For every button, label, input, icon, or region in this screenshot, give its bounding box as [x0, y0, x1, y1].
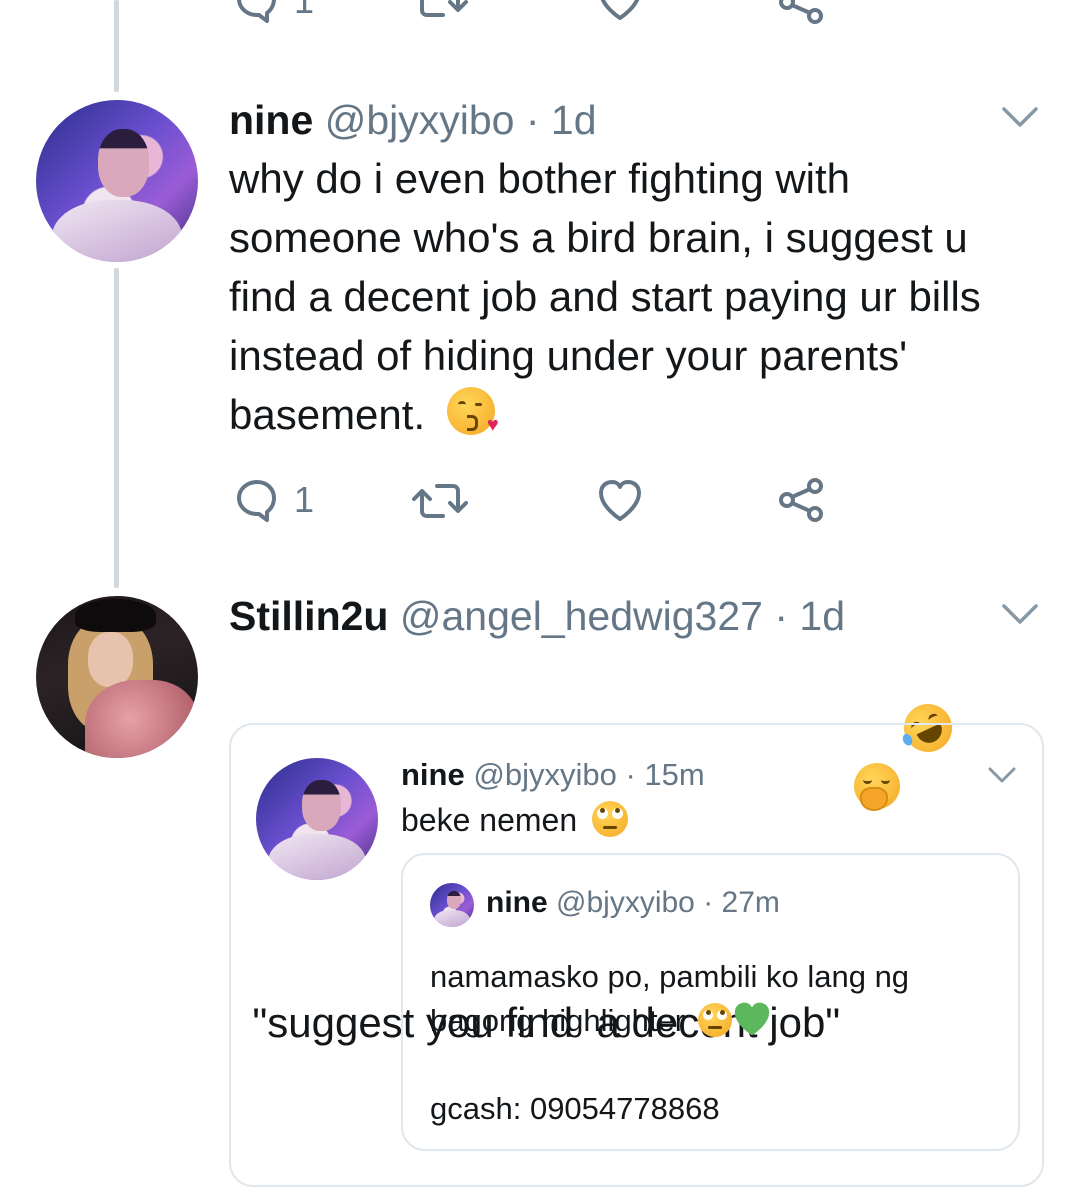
tweet2-handle[interactable]: @angel_hedwig327 [400, 593, 763, 639]
thread-line-middle [114, 268, 119, 588]
reply-icon [237, 0, 276, 23]
quote-text: beke nemen [401, 802, 578, 838]
rolling-eyes-emoji-icon [697, 1003, 732, 1037]
nested-quote-body: namamasko po, pambili ko lang ng bagong … [430, 955, 909, 1131]
top-share-button[interactable] [777, 0, 825, 26]
nested-quote-line3: gcash: 09054778868 [430, 1091, 720, 1126]
tweet2-menu-chevron-icon[interactable] [1000, 601, 1040, 627]
tweet1-time[interactable]: 1d [551, 97, 597, 143]
heart-icon [600, 0, 640, 20]
share-icon [779, 478, 823, 522]
retweet-icon [414, 0, 468, 17]
top-like-button[interactable] [597, 0, 643, 22]
avatar-nine[interactable] [36, 100, 198, 262]
tweet2-time[interactable]: 1d [799, 593, 845, 639]
quote-name: nine [401, 757, 465, 792]
quoted-tweet-card[interactable]: nine @bjyxyibo · 15m beke nemen nine @bj… [229, 723, 1044, 1187]
quote-menu-chevron-icon[interactable] [987, 765, 1017, 785]
tweet1-separator: · [525, 97, 540, 143]
nested-quote-spacer [430, 1043, 909, 1087]
tweet1-line-last: basement. ♥ [229, 385, 1059, 444]
tweet1-name[interactable]: nine [229, 97, 313, 143]
avatar-stillin2u[interactable] [36, 596, 198, 758]
top-tweet-actions: 1 [0, 0, 1080, 30]
tweet1-line: find a decent job and start paying ur bi… [229, 273, 981, 320]
nested-quote-handle: @bjyxyibo [556, 886, 695, 919]
quote-time: 15m [644, 757, 705, 792]
quote-avatar-nine[interactable] [256, 758, 378, 880]
nested-quote-avatar-nine [430, 883, 474, 927]
tweet1-menu-chevron-icon[interactable] [1000, 104, 1040, 130]
share-icon [779, 0, 823, 24]
retweet-icon [412, 484, 468, 518]
tweet1-line: instead of hiding under your parents' [229, 332, 908, 379]
nested-quote-line2: bagong highlighter [430, 1003, 686, 1038]
tweet2-separator: · [774, 593, 789, 639]
top-reply-button[interactable]: 1 [234, 0, 314, 24]
tweet1-reply-button[interactable]: 1 [234, 477, 314, 523]
top-retweet-button[interactable] [412, 0, 468, 22]
tweet1-header: nine @bjyxyibo · 1d [229, 96, 597, 144]
tweet1-share-button[interactable] [777, 476, 825, 524]
tweet1-retweet-button[interactable] [412, 479, 468, 523]
nested-quote-separator: · [703, 886, 714, 919]
top-reply-count: 1 [294, 0, 315, 21]
tweet1-line: someone who's a bird brain, i suggest u [229, 214, 968, 261]
nested-quote-header: nine @bjyxyibo · 27m [486, 884, 780, 922]
nested-quote-line2-row: bagong highlighter [430, 999, 909, 1043]
tweet1-handle[interactable]: @bjyxyibo [325, 97, 515, 143]
tweet1-text: why do i even bother fighting with someo… [229, 149, 1059, 444]
rolling-eyes-emoji-icon [592, 801, 629, 837]
face-blowing-kiss-emoji-icon: ♥ [446, 387, 499, 435]
quote-header: nine @bjyxyibo · 15m [401, 756, 705, 794]
quote-handle: @bjyxyibo [473, 757, 617, 792]
tweet1-line: why do i even bother fighting with [229, 155, 851, 202]
tweet1-line: basement. [229, 391, 426, 438]
heart-icon [599, 480, 641, 521]
tweet2-header: Stillin2u @angel_hedwig327 · 1d [229, 592, 845, 640]
tweet1-like-button[interactable] [597, 479, 643, 523]
nested-quote-time: 27m [721, 886, 780, 919]
nested-quote-line1: namamasko po, pambili ko lang ng [430, 959, 910, 994]
tweet2-name[interactable]: Stillin2u [229, 593, 388, 639]
green-heart-emoji-icon [734, 1002, 769, 1036]
reply-icon [237, 480, 276, 522]
quote-text-row: beke nemen [401, 800, 629, 840]
quote-separator: · [625, 757, 636, 792]
nested-quote-name: nine [486, 886, 548, 919]
tweet1-reply-count: 1 [294, 479, 315, 520]
nested-quote-card[interactable]: nine @bjyxyibo · 27m namamasko po, pambi… [401, 853, 1020, 1151]
